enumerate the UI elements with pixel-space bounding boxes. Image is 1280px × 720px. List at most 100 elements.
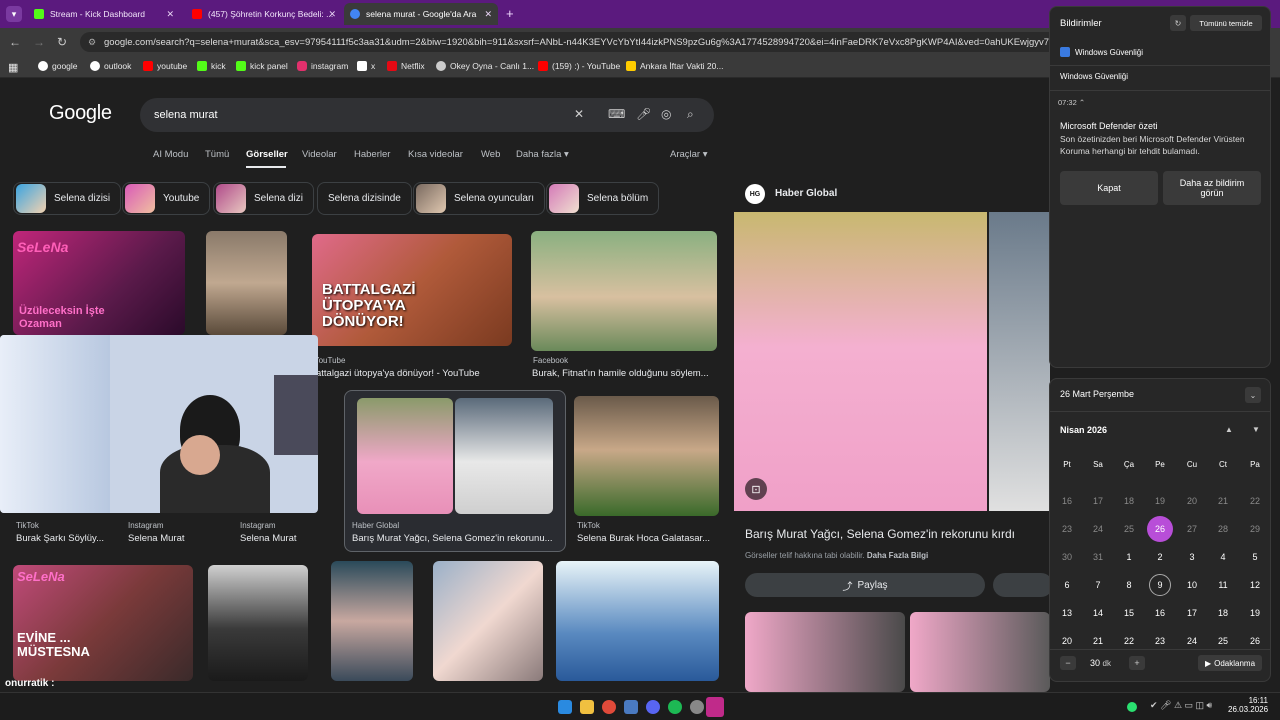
result-image-11[interactable] [433, 561, 543, 681]
collapse-icon[interactable]: ⌃ [1079, 98, 1085, 107]
chip-youtube[interactable]: Youtube [122, 182, 211, 215]
calendar-day[interactable]: 17 [1181, 602, 1203, 624]
tab-youtube-video[interactable]: (457) Şöhretin Korkunç Bedeli: ... ✕ [186, 3, 342, 25]
fewer-notifications-button[interactable]: Daha az bildirim görün [1163, 171, 1261, 205]
panel-more-info-link[interactable]: Daha Fazla Bilgi [867, 551, 928, 560]
calendar-day[interactable]: 14 [1087, 602, 1109, 624]
calendar-day[interactable]: 8 [1118, 574, 1140, 596]
bookmark-iftar[interactable]: Ankara İftar Vakti 20... [626, 61, 723, 71]
result-caption[interactable]: Selena Burak Hoca Galatasar... [577, 533, 719, 544]
calendar-day[interactable]: 23 [1056, 518, 1078, 540]
spotify-icon[interactable] [668, 700, 682, 714]
result-image-3[interactable]: BATTALGAZİ ÜTOPYA'YA DÖNÜYOR! [312, 234, 512, 346]
calendar-day[interactable]: 16 [1149, 602, 1171, 624]
calendar-day[interactable]: 20 [1056, 630, 1078, 652]
app-icon[interactable] [690, 700, 704, 714]
result-caption[interactable]: Selena Murat [128, 533, 228, 544]
bookmark-x[interactable]: x [357, 61, 375, 71]
close-notification-button[interactable]: Kapat [1060, 171, 1158, 205]
notification-group[interactable]: Windows Güvenliği [1060, 72, 1128, 81]
chip-selena-dizisinde[interactable]: Selena dizisinde [317, 182, 412, 215]
new-tab-button[interactable]: + [506, 6, 514, 21]
discord-icon[interactable] [646, 700, 660, 714]
obs-icon[interactable] [706, 697, 724, 717]
calendar-day[interactable]: 24 [1087, 518, 1109, 540]
calendar-day[interactable]: 29 [1244, 518, 1266, 540]
chip-selena-dizi[interactable]: Selena dizi [213, 182, 314, 215]
result-caption[interactable]: Selena Murat [240, 533, 340, 544]
increase-focus-button[interactable]: + [1129, 656, 1145, 670]
clear-icon[interactable]: ✕ [574, 107, 584, 121]
calendar-day[interactable]: 9 [1149, 574, 1171, 596]
related-image-2[interactable] [910, 612, 1050, 692]
calendar-day[interactable]: 25 [1118, 518, 1140, 540]
tray-icons[interactable]: ✔ 🎤︎ ⚠ ▭ ◫ 🔊︎ [1150, 700, 1212, 711]
result-image-12[interactable] [556, 561, 719, 681]
calendar-day[interactable]: 19 [1149, 490, 1171, 512]
lens-search-icon[interactable]: ⊡ [745, 478, 767, 500]
calendar-day[interactable]: 5 [1244, 546, 1266, 568]
reload-icon[interactable]: ↻ [57, 35, 67, 49]
panel-action-button[interactable] [993, 573, 1053, 597]
tab-all[interactable]: Tümü [205, 149, 229, 160]
calendar-day[interactable]: 22 [1118, 630, 1140, 652]
focus-session-button[interactable]: ▶ Odaklanma [1198, 655, 1262, 671]
chip-selena-oyunculari[interactable]: Selena oyuncuları [413, 182, 546, 215]
tab-news[interactable]: Haberler [354, 149, 390, 160]
tab-ai-mode[interactable]: AI Modu [153, 149, 188, 160]
search-input[interactable]: selena murat ✕ ⌨ 🎤︎ ◎ ⌕ [140, 98, 714, 132]
bookmark-youtube-channel[interactable]: (159) :) - YouTube [538, 61, 620, 71]
tools-button[interactable]: Araçlar ▾ [670, 149, 708, 160]
clock[interactable]: 16:11 26.03.2026 [1228, 696, 1268, 714]
calendar-day[interactable]: 19 [1244, 602, 1266, 624]
result-image-selena-pink[interactable] [357, 398, 453, 514]
calendar-day[interactable]: 21 [1087, 630, 1109, 652]
close-tab-icon[interactable]: ✕ [484, 9, 492, 20]
steam-icon[interactable] [624, 700, 638, 714]
bookmark-google[interactable]: google [38, 61, 78, 71]
bookmark-kick[interactable]: kick [197, 61, 226, 71]
panel-title[interactable]: Barış Murat Yağcı, Selena Gomez'in rekor… [745, 527, 1045, 541]
site-info-icon[interactable]: ⚙ [88, 37, 96, 48]
do-not-disturb-icon[interactable]: ↻ [1170, 15, 1186, 31]
tab-search-button[interactable]: ▾ [6, 6, 22, 22]
collapse-calendar-icon[interactable]: ⌄ [1245, 387, 1261, 403]
start-icon[interactable] [558, 700, 572, 714]
bookmark-instagram[interactable]: instagram [297, 61, 348, 71]
calendar-day[interactable]: 27 [1181, 518, 1203, 540]
next-month-icon[interactable]: ▼ [1252, 425, 1260, 434]
tab-web[interactable]: Web [481, 149, 500, 160]
calendar-day[interactable]: 18 [1118, 490, 1140, 512]
calendar-day[interactable]: 7 [1087, 574, 1109, 596]
calendar-day[interactable]: 21 [1212, 490, 1234, 512]
chrome-icon[interactable] [602, 700, 616, 714]
result-image-1[interactable]: SeLeNa Üzüleceksin İşte Ozaman [13, 231, 185, 335]
calendar-day[interactable]: 15 [1118, 602, 1140, 624]
tab-videos[interactable]: Videolar [302, 149, 337, 160]
apps-icon[interactable]: ▦ [8, 61, 18, 74]
tab-images[interactable]: Görseller [246, 149, 288, 160]
bookmark-okey[interactable]: Okey Oyna - Canlı 1... [436, 61, 534, 71]
calendar-day[interactable]: 10 [1181, 574, 1203, 596]
bookmark-kick-panel[interactable]: kick panel [236, 61, 288, 71]
calendar-day[interactable]: 28 [1212, 518, 1234, 540]
calendar-day[interactable]: 2 [1149, 546, 1171, 568]
result-image-8[interactable]: SeLeNa EVİNE ... MÜSTESNA [13, 565, 193, 681]
calendar-month[interactable]: Nisan 2026 [1060, 425, 1107, 435]
calendar-day[interactable]: 4 [1212, 546, 1234, 568]
result-caption[interactable]: Burak Şarkı Söylüy... [16, 533, 116, 544]
calendar-day[interactable]: 31 [1087, 546, 1109, 568]
bookmark-outlook[interactable]: outlook [90, 61, 131, 71]
calendar-day[interactable]: 6 [1056, 574, 1078, 596]
result-caption[interactable]: Burak, Fitnat'ın hamile olduğunu söylem.… [532, 368, 718, 379]
calendar-day[interactable]: 22 [1244, 490, 1266, 512]
chip-selena-bolum[interactable]: Selena bölüm [546, 182, 660, 215]
calendar-day[interactable]: 18 [1212, 602, 1234, 624]
calendar-day[interactable]: 1 [1118, 546, 1140, 568]
calendar-day[interactable]: 26 [1244, 630, 1266, 652]
close-tab-icon[interactable]: ✕ [166, 9, 174, 20]
file-explorer-icon[interactable] [580, 700, 594, 714]
calendar-day[interactable]: 25 [1212, 630, 1234, 652]
result-image-10[interactable] [331, 561, 413, 681]
calendar-day[interactable]: 3 [1181, 546, 1203, 568]
